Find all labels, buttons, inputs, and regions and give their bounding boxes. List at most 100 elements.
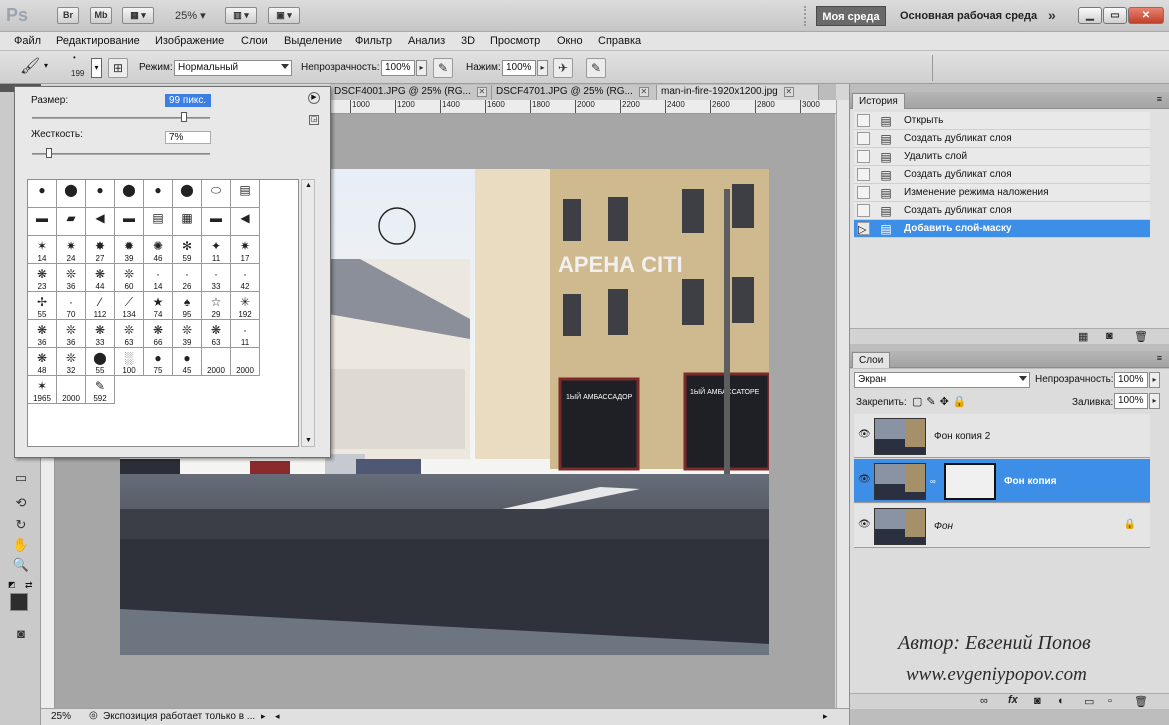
close-tab-icon[interactable]: ✕ bbox=[476, 87, 487, 97]
menu-file[interactable]: Файл bbox=[14, 35, 41, 47]
link-layers-icon[interactable]: ∞ bbox=[980, 695, 988, 707]
brush-grid-scrollbar[interactable]: ▲ ▼ bbox=[301, 179, 315, 447]
menu-window[interactable]: Окно bbox=[557, 35, 583, 47]
blend-mode-select[interactable]: Экран bbox=[854, 372, 1030, 388]
history-item[interactable]: ▤ Удалить слой bbox=[854, 148, 1150, 166]
brush-preset[interactable]: ⬭ bbox=[202, 180, 231, 208]
mask-link-icon[interactable]: ∞ bbox=[930, 477, 936, 486]
menu-image[interactable]: Изображение bbox=[155, 35, 224, 47]
tab-layers[interactable]: Слои bbox=[852, 352, 891, 368]
scroll-left-icon[interactable]: ◂ bbox=[275, 711, 280, 722]
hardness-slider-track[interactable] bbox=[32, 153, 210, 155]
history-item-active[interactable]: ▷ ▤ Добавить слой-маску bbox=[854, 220, 1150, 238]
history-item[interactable]: ▤ Создать дубликат слоя bbox=[854, 202, 1150, 220]
size-input[interactable]: 99 пикс. bbox=[165, 94, 211, 107]
brush-preset[interactable]: ❋ 48 bbox=[28, 348, 57, 376]
flow-input[interactable]: 100% bbox=[502, 60, 536, 76]
brush-preset[interactable]: ✶ 14 bbox=[28, 236, 57, 264]
brush-preset[interactable]: 2000 bbox=[57, 376, 86, 404]
menu-filter[interactable]: Фильтр bbox=[355, 35, 392, 47]
scroll-up-icon[interactable]: ▲ bbox=[305, 182, 312, 189]
default-colors-icon[interactable]: ◩ bbox=[8, 580, 16, 589]
brush-preset[interactable]: ★ 74 bbox=[144, 292, 173, 320]
brush-preset[interactable]: ✳ 192 bbox=[231, 292, 260, 320]
brush-picker-toggle[interactable]: ▾ bbox=[91, 58, 102, 78]
brush-preset[interactable]: · 42 bbox=[231, 264, 260, 292]
mode-select[interactable]: Нормальный bbox=[174, 60, 292, 76]
layer-row[interactable]: 👁 Фон 🔒 bbox=[854, 504, 1150, 548]
brush-preset[interactable]: ❊ 36 bbox=[57, 320, 86, 348]
visibility-eye-icon[interactable]: 👁 bbox=[858, 429, 871, 441]
brush-preset[interactable]: ⬤ 55 bbox=[86, 348, 115, 376]
arrange-documents-button[interactable]: ▥ ▾ bbox=[225, 7, 257, 24]
minimize-button[interactable]: ▁ bbox=[1078, 7, 1102, 24]
brush-preset[interactable]: ❋ 44 bbox=[86, 264, 115, 292]
brush-preset[interactable]: ▰ bbox=[57, 208, 86, 236]
brush-preset[interactable]: ❊ 32 bbox=[57, 348, 86, 376]
delete-layer-icon[interactable]: 🗑 bbox=[1134, 695, 1148, 708]
new-snapshot-icon[interactable]: ◙ bbox=[1106, 330, 1113, 342]
flow-slider-button[interactable]: ▸ bbox=[537, 60, 548, 76]
tab-history[interactable]: История bbox=[852, 93, 905, 109]
brush-preset[interactable]: ⬤ bbox=[115, 180, 144, 208]
brush-preset[interactable]: ● 75 bbox=[144, 348, 173, 376]
close-tab-icon[interactable]: ✕ bbox=[783, 87, 794, 97]
brush-preview-icon[interactable]: • bbox=[73, 53, 76, 62]
hardness-slider-thumb[interactable] bbox=[45, 148, 52, 158]
brush-preset[interactable]: ▬ bbox=[28, 208, 57, 236]
brush-preset[interactable]: ❋ 33 bbox=[86, 320, 115, 348]
panel-menu-icon[interactable]: ≡ bbox=[1157, 353, 1162, 363]
pressure-size-icon[interactable]: ✎ bbox=[586, 58, 606, 78]
brush-preset[interactable]: ✺ 46 bbox=[144, 236, 173, 264]
history-item[interactable]: ▤ Создать дубликат слоя bbox=[854, 130, 1150, 148]
brush-preset[interactable]: ✷ 17 bbox=[231, 236, 260, 264]
zoom-level-dropdown[interactable]: 25% ▾ bbox=[175, 9, 206, 22]
menu-select[interactable]: Выделение bbox=[284, 35, 342, 47]
layer-row[interactable]: 👁 Фон копия 2 bbox=[854, 414, 1150, 458]
brush-preset[interactable]: · 11 bbox=[231, 320, 260, 348]
brush-preset[interactable]: ☆ 29 bbox=[202, 292, 231, 320]
panel-menu-icon[interactable]: ▶ bbox=[308, 92, 320, 104]
menu-help[interactable]: Справка bbox=[598, 35, 641, 47]
brush-preset[interactable]: ❋ 23 bbox=[28, 264, 57, 292]
airbrush-icon[interactable]: ✈ bbox=[553, 58, 573, 78]
brush-preset[interactable]: ✻ 59 bbox=[173, 236, 202, 264]
fill-slider-button[interactable]: ▸ bbox=[1149, 393, 1160, 409]
brush-preset[interactable]: ▬ bbox=[202, 208, 231, 236]
add-mask-icon[interactable]: ◙ bbox=[1034, 695, 1041, 707]
brush-tool-preset-icon[interactable]: 🖌 bbox=[20, 58, 40, 78]
hardness-input[interactable]: 7% bbox=[165, 131, 211, 144]
opacity-slider-button[interactable]: ▸ bbox=[416, 60, 427, 76]
screen-mode-button[interactable]: ▣ ▾ bbox=[268, 7, 300, 24]
quick-mask-icon[interactable]: ◙ bbox=[11, 625, 31, 643]
path-select-icon[interactable]: ⟲ bbox=[11, 494, 31, 512]
brush-preset[interactable]: · 26 bbox=[173, 264, 202, 292]
snapshot-checkbox[interactable] bbox=[857, 150, 870, 163]
visibility-eye-icon[interactable]: 👁 bbox=[858, 519, 871, 531]
brush-preset[interactable]: ✎ 592 bbox=[86, 376, 115, 404]
pressure-opacity-icon[interactable]: ✎ bbox=[433, 58, 453, 78]
fx-icon[interactable]: fx bbox=[1008, 694, 1018, 706]
brush-preset[interactable]: ❋ 66 bbox=[144, 320, 173, 348]
brush-preset[interactable]: ♠ 95 bbox=[173, 292, 202, 320]
brush-preset[interactable]: ▦ bbox=[173, 208, 202, 236]
snapshot-checkbox[interactable] bbox=[857, 168, 870, 181]
brush-preset[interactable]: ✹ 39 bbox=[115, 236, 144, 264]
history-item[interactable]: ▤ Открыть bbox=[854, 112, 1150, 130]
brush-preset[interactable]: ● bbox=[86, 180, 115, 208]
maximize-button[interactable]: ▭ bbox=[1103, 7, 1127, 24]
history-item[interactable]: ▤ Изменение режима наложения bbox=[854, 184, 1150, 202]
close-button[interactable]: ✕ bbox=[1128, 7, 1164, 24]
doc-tab-2[interactable]: DSCF4701.JPG @ 25% (RG... ✕ bbox=[492, 85, 657, 100]
brush-preset[interactable]: · 14 bbox=[144, 264, 173, 292]
status-zoom[interactable]: 25% bbox=[51, 711, 83, 722]
view-extras-button[interactable]: ▦ ▾ bbox=[122, 7, 154, 24]
foreground-color-swatch[interactable] bbox=[10, 593, 28, 611]
brush-panel-toggle-icon[interactable]: ⊞ bbox=[108, 58, 128, 78]
tool-preset-dropdown[interactable]: ▾ bbox=[44, 61, 48, 70]
brush-preset[interactable]: 2000 bbox=[202, 348, 231, 376]
adjustment-layer-icon[interactable]: ◐ bbox=[1058, 695, 1065, 707]
vertical-scrollbar[interactable] bbox=[836, 100, 849, 708]
size-slider-thumb[interactable] bbox=[180, 112, 187, 122]
brush-preset[interactable]: ● 45 bbox=[173, 348, 202, 376]
